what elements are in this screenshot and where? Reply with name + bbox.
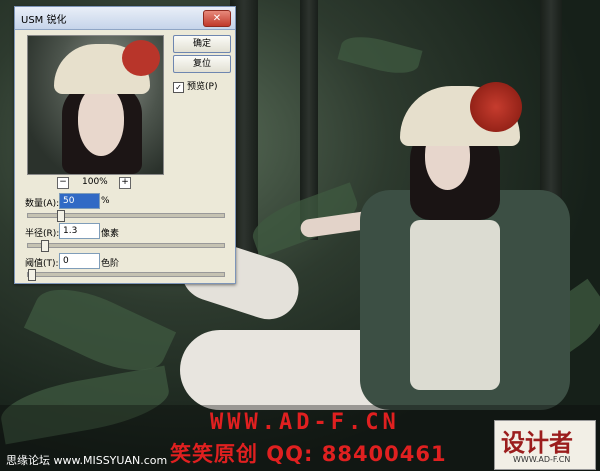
amount-label: 数量(A): <box>25 199 60 209</box>
forum-watermark: 思缘论坛 www.MISSYUAN.com <box>6 454 168 467</box>
zoom-out-button[interactable]: − <box>57 177 69 189</box>
zoom-in-button[interactable]: + <box>119 177 131 189</box>
preview-face <box>78 86 124 156</box>
figure-shirt <box>410 220 500 390</box>
hat-flower <box>470 82 522 132</box>
logo-url: WWW.AD-F.CN <box>513 455 571 464</box>
reset-button[interactable]: 复位 <box>173 55 231 73</box>
amount-field[interactable]: 50 <box>59 193 100 209</box>
threshold-field[interactable]: 0 <box>59 253 100 269</box>
amount-slider[interactable] <box>27 210 225 222</box>
threshold-unit: 色阶 <box>101 259 120 269</box>
watermark-url: WWW.AD-F.CN <box>210 410 400 435</box>
preview-flower <box>122 40 160 76</box>
usm-sharpen-dialog: USM 锐化 ✕ − 100% + 确定 复位 ✓ 预览(P) 数量(A): 50… <box>14 6 236 284</box>
watermark-credit: 笑笑原创 QQ: 88400461 <box>170 442 447 466</box>
threshold-label: 阈值(T): <box>25 259 59 269</box>
zoom-level: 100% <box>82 177 108 187</box>
threshold-slider-thumb[interactable] <box>28 269 36 281</box>
close-x-icon: ✕ <box>212 13 222 24</box>
radius-slider-thumb[interactable] <box>41 240 49 252</box>
threshold-slider[interactable] <box>27 269 225 281</box>
zoom-controls: − 100% + <box>27 177 162 191</box>
radius-unit: 像素 <box>101 229 120 239</box>
radius-slider[interactable] <box>27 240 225 252</box>
preview-checkbox[interactable]: ✓ 预览(P) <box>173 79 217 93</box>
logo-text: 设计者 <box>501 428 573 457</box>
radius-field[interactable]: 1.3 <box>59 223 100 239</box>
dialog-title: USM 锐化 <box>21 15 67 26</box>
amount-slider-thumb[interactable] <box>57 210 65 222</box>
amount-unit: % <box>101 196 110 206</box>
radius-label: 半径(R): <box>25 229 60 239</box>
ok-button[interactable]: 确定 <box>173 35 231 53</box>
designer-logo: 设计者 WWW.AD-F.CN <box>494 420 596 470</box>
close-button[interactable]: ✕ <box>203 10 231 27</box>
checkmark-icon: ✓ <box>173 82 184 93</box>
preview-window[interactable] <box>27 35 164 175</box>
dialog-titlebar[interactable]: USM 锐化 ✕ <box>15 7 235 30</box>
preview-label: 预览(P) <box>187 82 218 92</box>
